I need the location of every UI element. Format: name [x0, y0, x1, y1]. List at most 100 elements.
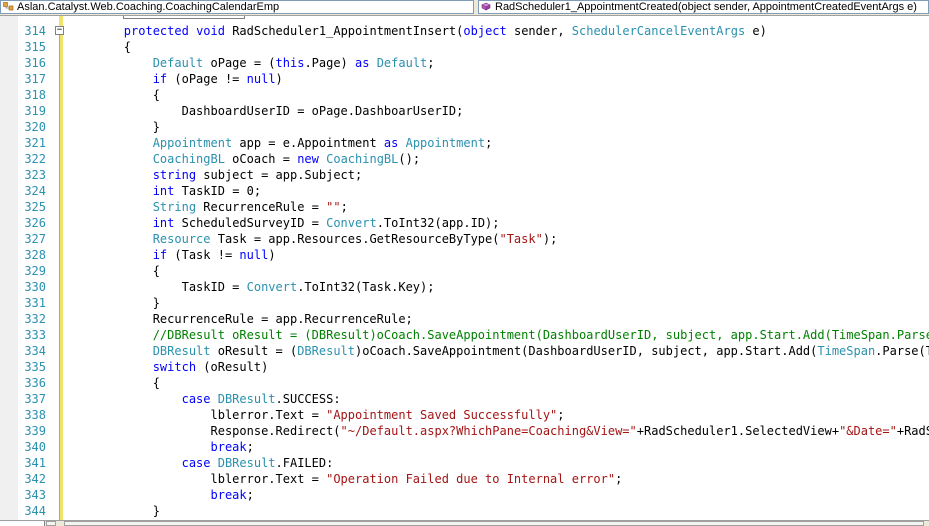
scroll-left-button[interactable]: [46, 521, 56, 526]
code-token: ();: [398, 152, 421, 166]
code-text: switch (oResult): [66, 359, 269, 375]
code-token: "Appointment Saved Successfully": [326, 408, 558, 422]
code-text: string subject = app.Subject;: [66, 167, 363, 183]
code-token: subject = app.Subject;: [196, 168, 363, 182]
horizontal-scrollbar-thumb[interactable]: [64, 521, 924, 526]
code-token: lblerror.Text =: [66, 472, 327, 486]
outlining-guide: [59, 31, 60, 520]
code-token: Response.Redirect(: [66, 424, 341, 438]
code-text: Default oPage = (this.Page) as Default;: [66, 55, 435, 71]
line-number: 323: [24, 168, 46, 182]
line-number: 343: [24, 488, 46, 502]
line-number: 316: [24, 56, 46, 70]
code-text: RecurrenceRule = app.RecurrenceRule;: [66, 311, 413, 327]
code-token: .Parse(TimeC: [875, 344, 929, 358]
code-text: TaskID = Convert.ToInt32(Task.Key);: [66, 279, 435, 295]
code-text: int TaskID = 0;: [66, 183, 261, 199]
line-number: 325: [24, 200, 46, 214]
code-text: int ScheduledSurveyID = Convert.ToInt32(…: [66, 215, 500, 231]
code-token: ;: [557, 408, 565, 422]
code-token: .SUCCESS:: [275, 392, 341, 406]
code-token: ;: [246, 440, 254, 454]
collapse-outline-icon[interactable]: −: [55, 26, 64, 35]
code-text: lblerror.Text = "Appointment Saved Succe…: [66, 407, 565, 423]
code-token: this: [275, 56, 305, 70]
code-token: (Task !=: [167, 248, 240, 262]
code-text: if (Task != null): [66, 247, 276, 263]
code-token: DBResult: [217, 392, 276, 406]
code-token: Resource: [152, 232, 211, 246]
code-token: DBResult: [297, 344, 355, 358]
code-token: TaskID =: [66, 280, 247, 294]
code-token: Appointment: [152, 136, 233, 150]
line-number: 331: [24, 296, 46, 310]
code-text: {: [66, 87, 160, 103]
code-text: protected void RadScheduler1_Appointment…: [66, 23, 767, 39]
code-token: ;: [427, 56, 435, 70]
code-token: if: [152, 248, 168, 262]
code-text: CoachingBL oCoach = new CoachingBL();: [66, 151, 420, 167]
code-token: int: [152, 184, 175, 198]
class-dropdown[interactable]: Aslan.Catalyst.Web.Coaching.CoachingCale…: [0, 0, 474, 14]
line-number: 332: [24, 312, 46, 326]
code-token: Task = app.Resources.GetResourceByType(: [210, 232, 500, 246]
zoom-box[interactable]: [0, 521, 45, 526]
code-token: }: [66, 120, 160, 134]
code-token: "&Date=": [839, 424, 897, 438]
code-token: ;: [246, 488, 254, 502]
code-token: //DBResult oResult = (DBResult)oCoach.Sa…: [152, 328, 929, 342]
code-text: break;: [66, 439, 254, 455]
code-token: DashboardUserID = oPage.DashboarUserID;: [66, 104, 464, 118]
code-token: (oResult): [196, 360, 269, 374]
code-text: }: [66, 295, 160, 311]
code-token: .FAILED:: [275, 456, 334, 470]
code-text: break;: [66, 487, 254, 503]
line-number: 344: [24, 504, 46, 518]
line-number: 315: [24, 40, 46, 54]
code-text: Resource Task = app.Resources.GetResourc…: [66, 231, 558, 247]
code-token: ScheduledSurveyID =: [174, 216, 327, 230]
code-token: null: [246, 72, 276, 86]
code-text: if (oPage != null): [66, 71, 283, 87]
code-token: ): [268, 248, 276, 262]
code-token: {: [66, 88, 160, 102]
code-token: "Operation Failed due to Internal error": [326, 472, 616, 486]
code-text: {: [66, 263, 160, 279]
line-number: 341: [24, 456, 46, 470]
code-token: int: [152, 216, 175, 230]
code-token: oCoach =: [224, 152, 298, 166]
code-token: TimeSpan: [817, 344, 876, 358]
line-number: 333: [24, 328, 46, 342]
member-dropdown[interactable]: RadScheduler1_AppointmentCreated(object …: [478, 0, 929, 14]
code-editor[interactable]: − 314 protected void RadScheduler1_Appoi…: [0, 16, 929, 520]
editor-bottom-bar: [0, 520, 929, 526]
code-text: }: [66, 119, 160, 135]
member-dropdown-label: RadScheduler1_AppointmentCreated(object …: [495, 1, 917, 13]
line-number: 318: [24, 88, 46, 102]
code-token: object: [463, 24, 507, 38]
code-token: Appointment: [405, 136, 486, 150]
code-token: Convert: [246, 280, 298, 294]
code-token: sender,: [506, 24, 572, 38]
line-number: 336: [24, 376, 46, 390]
code-token: Default: [152, 56, 204, 70]
code-token: app = e.Appointment: [232, 136, 384, 150]
code-token: .Page): [304, 56, 356, 70]
code-token: new: [297, 152, 319, 166]
line-number: 328: [24, 248, 46, 262]
code-token: "": [326, 200, 341, 214]
code-token: string: [152, 168, 197, 182]
code-token: RecurrenceRule =: [196, 200, 327, 214]
summary-tooltip-fragment: [123, 16, 245, 19]
